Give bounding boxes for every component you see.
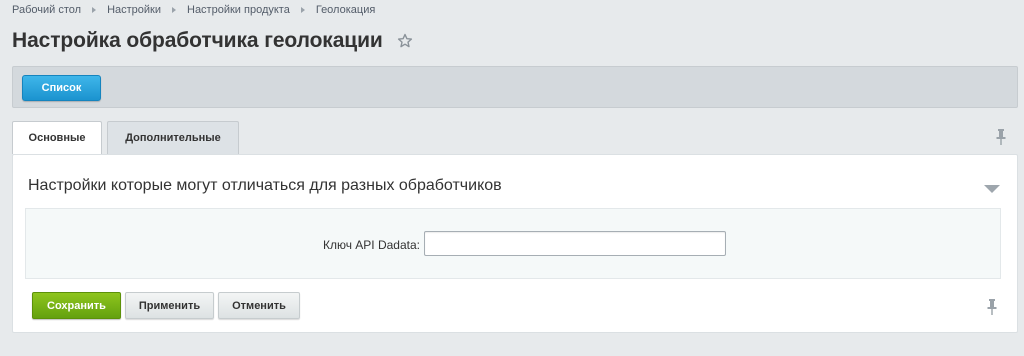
pin-icon[interactable] — [986, 298, 998, 316]
breadcrumb-separator-icon — [300, 7, 305, 13]
api-key-label: Ключ API Dadata: — [322, 238, 420, 252]
form-actions: Сохранить Применить Отменить — [32, 292, 304, 319]
breadcrumb: Рабочий стол Настройки Настройки продукт… — [12, 3, 375, 17]
tab-main[interactable]: Основные — [12, 121, 102, 154]
star-icon[interactable] — [397, 33, 413, 49]
chevron-down-icon[interactable] — [983, 181, 1001, 193]
cancel-button[interactable]: Отменить — [218, 292, 300, 319]
api-key-input[interactable] — [424, 231, 726, 256]
breadcrumb-separator-icon — [92, 7, 97, 13]
apply-button[interactable]: Применить — [125, 292, 214, 319]
settings-card: Настройки которые могут отличаться для р… — [12, 154, 1018, 333]
breadcrumb-item-desktop[interactable]: Рабочий стол — [12, 4, 81, 16]
page-title: Настройка обработчика геолокации — [12, 29, 383, 52]
tab-additional[interactable]: Дополнительные — [107, 121, 239, 154]
save-button[interactable]: Сохранить — [32, 292, 121, 319]
tab-bar: Основные Дополнительные — [12, 121, 239, 154]
breadcrumb-separator-icon — [172, 7, 176, 13]
breadcrumb-item-geolocation[interactable]: Геолокация — [316, 4, 375, 16]
list-button[interactable]: Список — [22, 75, 101, 101]
title-row: Настройка обработчика геолокации — [12, 29, 413, 53]
section-title: Настройки которые могут отличаться для р… — [28, 177, 502, 194]
pin-icon[interactable] — [995, 128, 1007, 146]
context-toolbar: Список — [12, 66, 1018, 108]
field-area: Ключ API Dadata: — [25, 208, 1001, 279]
breadcrumb-item-settings[interactable]: Настройки — [107, 4, 161, 16]
settings-page: Рабочий стол Настройки Настройки продукт… — [0, 0, 1024, 356]
breadcrumb-item-product-settings[interactable]: Настройки продукта — [187, 4, 290, 16]
